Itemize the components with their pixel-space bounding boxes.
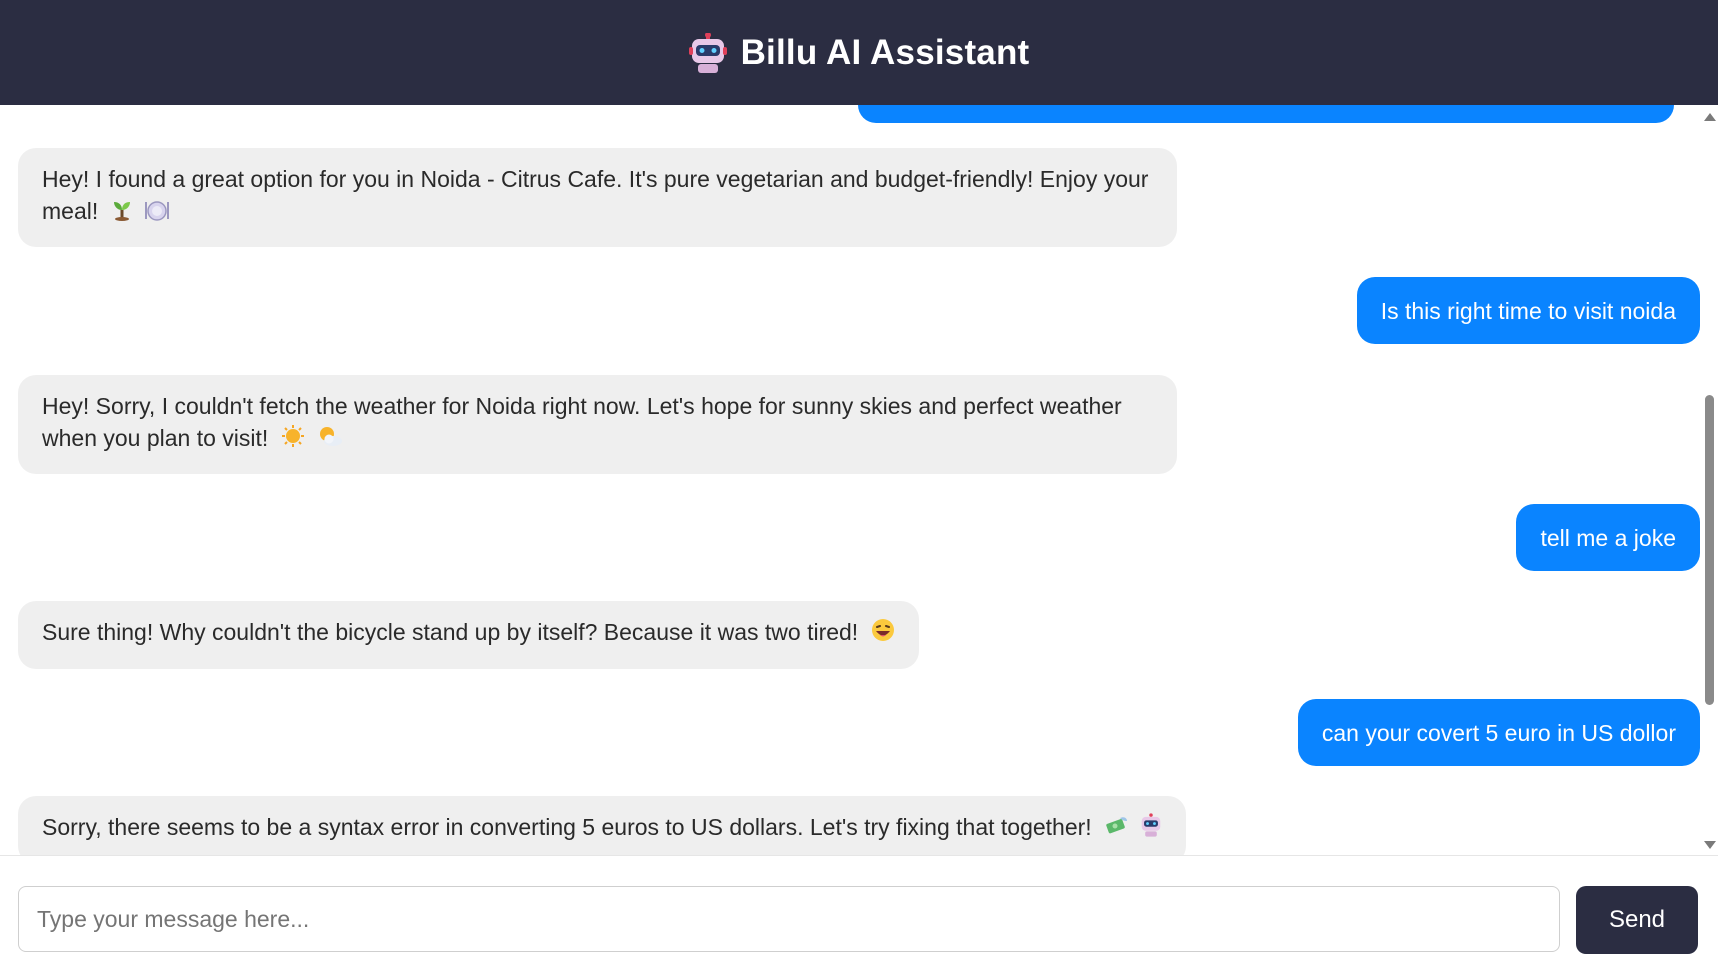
seedling-icon [111,197,133,229]
scroll-down-arrow-icon[interactable] [1704,841,1716,849]
bot-message-text: Hey! I found a great option for you in N… [42,166,1149,224]
bot-message-bubble: Hey! Sorry, I couldn't fetch the weather… [18,375,1177,474]
chat-scrollbar[interactable] [1700,105,1718,855]
money-wings-icon [1104,813,1128,845]
send-button[interactable]: Send [1576,886,1698,954]
bot-message-text: Sure thing! Why couldn't the bicycle sta… [42,619,859,645]
sun-cloud-icon [317,424,343,456]
bot-message-bubble: Sorry, there seems to be a syntax error … [18,796,1187,855]
plate-icon [145,197,170,229]
robot-icon [1140,813,1162,845]
header-title-group: Billu AI Assistant [688,31,1030,73]
scroll-up-arrow-icon[interactable] [1704,113,1716,121]
bot-message-text: Sorry, there seems to be a syntax error … [42,814,1092,840]
message-input-bar: Send [0,855,1718,963]
scrollbar-thumb[interactable] [1705,395,1714,705]
bot-message-bubble: Sure thing! Why couldn't the bicycle sta… [18,601,919,669]
user-message-bubble: Is this right time to visit noida [1356,277,1700,344]
bot-message-bubble: Hey! I found a great option for you in N… [18,148,1177,247]
sun-icon [281,424,305,456]
robot-icon [688,31,727,73]
message-input[interactable] [18,886,1560,952]
user-message-bubble: tell me a joke [1516,504,1700,571]
user-message-text: tell me a joke [1540,524,1676,551]
user-message-text: Is this right time to visit noida [1380,297,1676,324]
grinning-face-icon [871,618,895,650]
user-message-bubble [858,105,1674,123]
app-header: Billu AI Assistant [0,0,1718,105]
user-message-text: can your covert 5 euro in US dollor [1321,719,1676,746]
chat-messages-area[interactable]: Hey! I found a great option for you in N… [0,105,1718,855]
user-message-bubble: can your covert 5 euro in US dollor [1297,699,1700,766]
page-title: Billu AI Assistant [740,32,1030,72]
bot-message-text: Hey! Sorry, I couldn't fetch the weather… [42,393,1122,451]
